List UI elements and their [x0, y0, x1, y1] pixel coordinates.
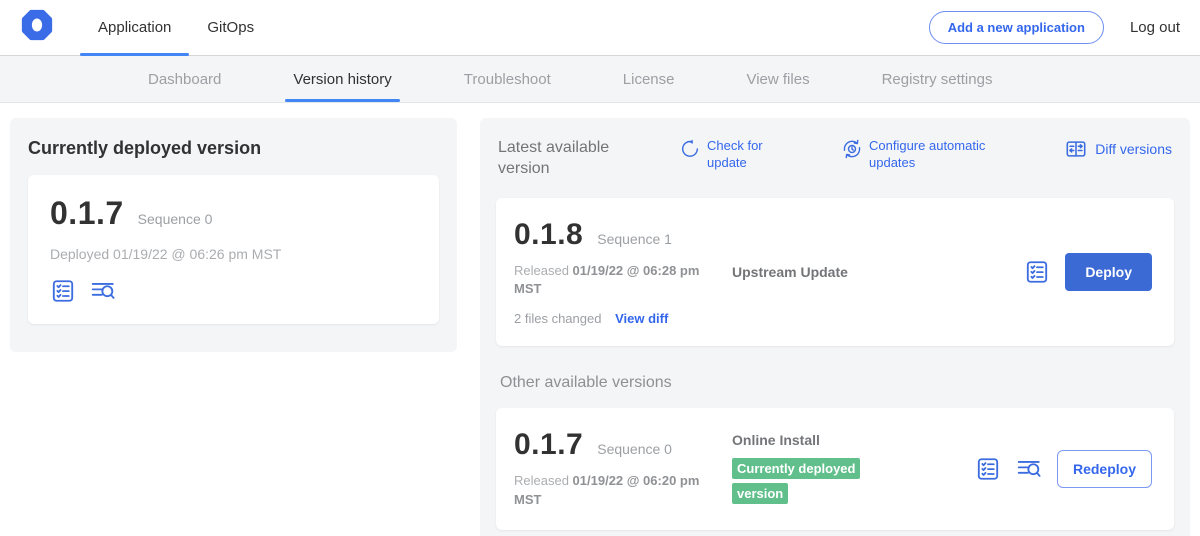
version-source-label: Upstream Update — [732, 264, 1024, 280]
release-notes-icon[interactable] — [1024, 259, 1050, 285]
view-logs-icon[interactable] — [1016, 456, 1042, 482]
other-versions-title: Other available versions — [500, 374, 1174, 392]
diff-icon — [1064, 138, 1088, 160]
currently-deployed-title: Currently deployed version — [28, 138, 439, 159]
subnav-tab-registry-settings[interactable]: Registry settings — [874, 56, 1001, 102]
app-subnav: Dashboard Version history Troubleshoot L… — [0, 56, 1200, 103]
refresh-icon — [680, 139, 700, 159]
current-sequence-label: Sequence 0 — [138, 211, 213, 227]
tab-application[interactable]: Application — [80, 0, 189, 55]
tab-gitops[interactable]: GitOps — [189, 0, 272, 55]
currently-deployed-badge: Currently deployed version — [732, 458, 860, 504]
subnav-tab-view-files[interactable]: View files — [738, 56, 817, 102]
latest-available-title: Latest available version — [498, 138, 650, 180]
main-content: Currently deployed version 0.1.7 Sequenc… — [0, 103, 1200, 536]
current-version-number: 0.1.7 — [50, 195, 124, 232]
other-version-card: 0.1.7 Sequence 0 Released 01/19/22 @ 06:… — [496, 408, 1174, 530]
configure-updates-action[interactable]: Configure automatic updates — [842, 138, 1002, 172]
latest-sequence-label: Sequence 1 — [597, 231, 672, 247]
app-logo-icon — [20, 8, 54, 47]
view-logs-icon[interactable] — [90, 278, 116, 304]
version-source-label: Online Install — [732, 432, 975, 448]
configure-updates-label: Configure automatic updates — [869, 138, 1002, 172]
release-notes-icon[interactable] — [50, 278, 76, 304]
released-timestamp: Released 01/19/22 @ 06:28 pm MST — [514, 262, 726, 300]
top-tabs: Application GitOps — [80, 0, 272, 55]
diff-versions-action[interactable]: Diff versions — [1064, 138, 1172, 160]
released-timestamp: Released 01/19/22 @ 06:20 pm MST — [514, 472, 726, 510]
subnav-tab-version-history[interactable]: Version history — [285, 56, 399, 102]
other-sequence-label: Sequence 0 — [597, 441, 672, 457]
current-version-card: 0.1.7 Sequence 0 Deployed 01/19/22 @ 06:… — [28, 175, 439, 324]
latest-available-panel: Latest available version Check for updat… — [480, 118, 1190, 536]
subnav-tab-troubleshoot[interactable]: Troubleshoot — [456, 56, 559, 102]
deploy-button[interactable]: Deploy — [1065, 253, 1152, 291]
view-diff-link[interactable]: View diff — [615, 311, 668, 326]
files-changed-label: 2 files changed — [514, 311, 601, 326]
deployed-timestamp: Deployed 01/19/22 @ 06:26 pm MST — [50, 244, 417, 264]
release-notes-icon[interactable] — [975, 456, 1001, 482]
add-application-button[interactable]: Add a new application — [929, 11, 1104, 44]
check-for-update-action[interactable]: Check for update — [680, 138, 780, 172]
diff-versions-label: Diff versions — [1095, 140, 1172, 158]
latest-version-card: 0.1.8 Sequence 1 Released 01/19/22 @ 06:… — [496, 198, 1174, 347]
latest-version-number: 0.1.8 — [514, 218, 583, 252]
redeploy-button[interactable]: Redeploy — [1057, 450, 1152, 488]
clock-refresh-icon — [842, 139, 862, 159]
check-for-update-label: Check for update — [707, 138, 780, 172]
logout-button[interactable]: Log out — [1130, 19, 1180, 36]
other-version-number: 0.1.7 — [514, 428, 583, 462]
currently-deployed-panel: Currently deployed version 0.1.7 Sequenc… — [10, 118, 457, 352]
topnav-right: Add a new application Log out — [929, 0, 1180, 55]
subnav-tab-license[interactable]: License — [615, 56, 683, 102]
app-logo[interactable] — [20, 0, 54, 55]
top-navbar: Application GitOps Add a new application… — [0, 0, 1200, 56]
subnav-tab-dashboard[interactable]: Dashboard — [140, 56, 229, 102]
